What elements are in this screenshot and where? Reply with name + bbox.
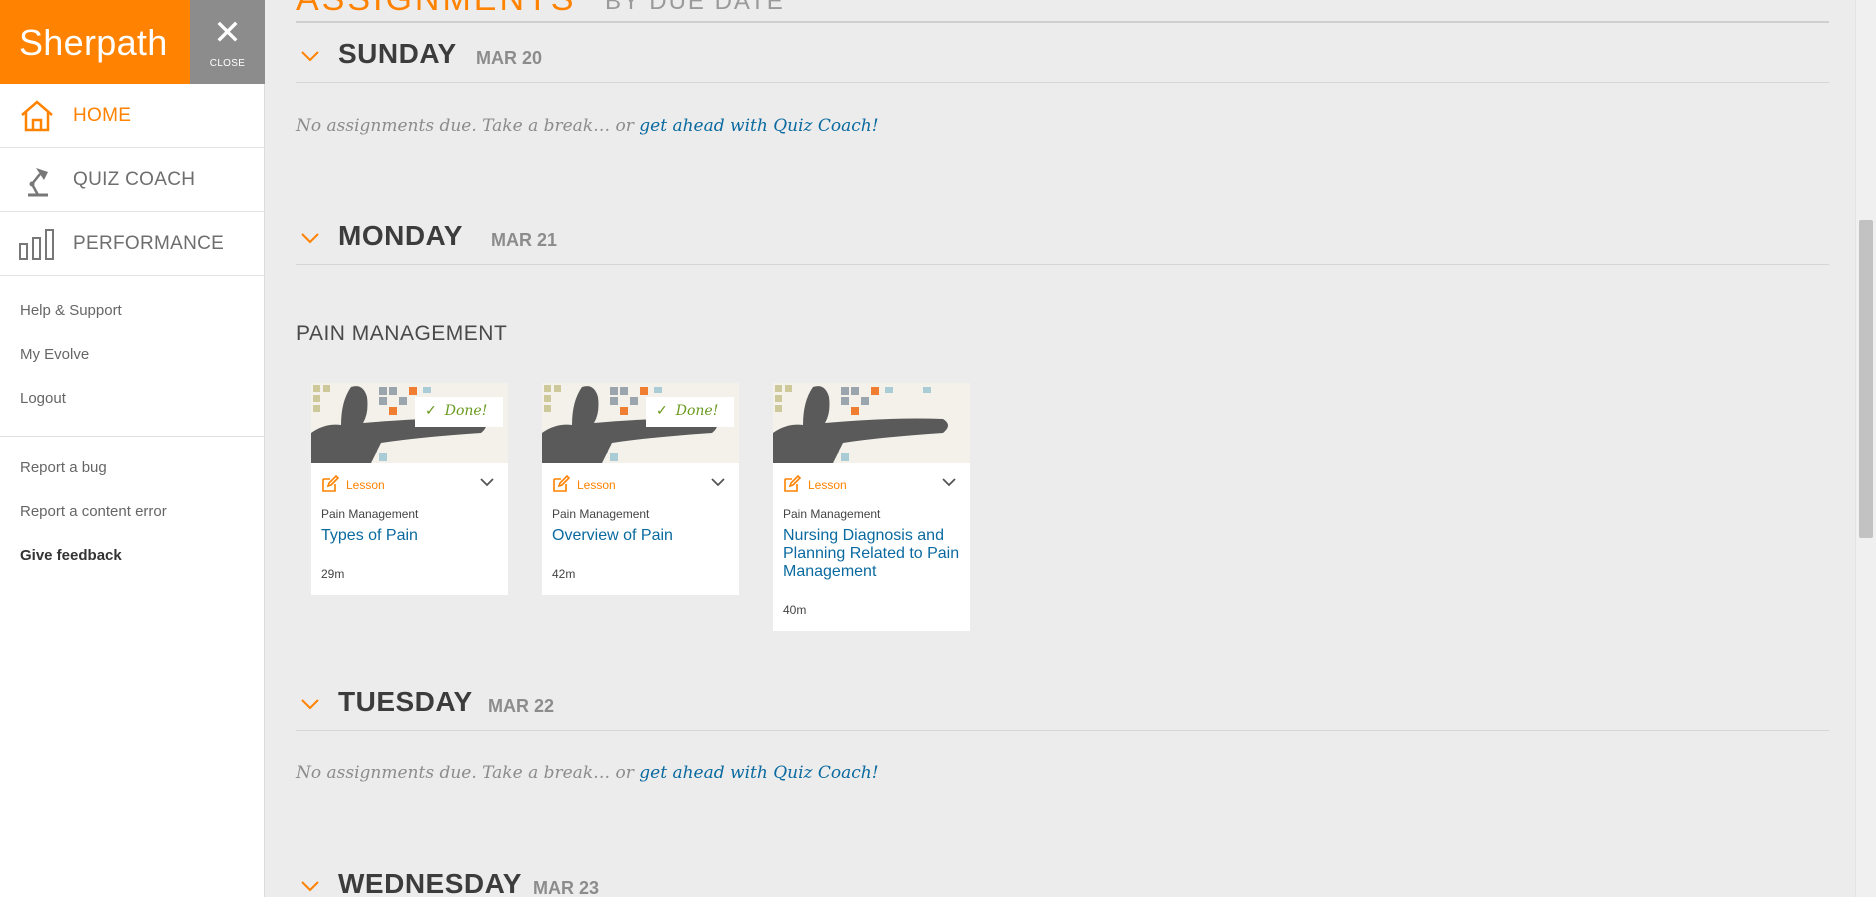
divider <box>296 264 1829 265</box>
card-course: Pain Management <box>321 507 419 521</box>
day-date: MAR 23 <box>533 878 600 897</box>
help-support-link[interactable]: Help & Support <box>20 302 122 319</box>
quiz-coach-link[interactable]: get ahead with Quiz Coach! <box>639 763 878 783</box>
scrollbar-thumb[interactable] <box>1859 220 1873 538</box>
day-name: MONDAY <box>338 220 463 251</box>
done-badge: ✓ Done! <box>415 397 503 427</box>
assignment-card[interactable]: ✓ Done! Lesson Pain Management Overview o… <box>542 383 739 595</box>
card-course: Pain Management <box>552 507 650 521</box>
card-title[interactable]: Nursing Diagnosis and Planning Related t… <box>783 527 960 581</box>
divider <box>0 436 265 437</box>
day-date: MAR 21 <box>491 230 558 250</box>
nav-item-quiz-coach[interactable]: QUIZ COACH <box>0 148 265 212</box>
day-date: MAR 22 <box>488 696 555 716</box>
report-content-error-link[interactable]: Report a content error <box>20 503 167 520</box>
chevron-down-icon <box>301 881 319 892</box>
divider <box>296 82 1829 83</box>
main-content: ASSIGNMENTS BY DUE DATE SUNDAY MAR 20 No… <box>265 0 1855 897</box>
chevron-down-icon <box>301 51 319 62</box>
check-icon: ✓ <box>656 403 668 419</box>
chevron-down-icon[interactable] <box>480 477 494 487</box>
card-duration: 42m <box>552 567 576 581</box>
card-type: Lesson <box>577 478 616 492</box>
edit-icon <box>553 475 570 492</box>
card-duration: 29m <box>321 567 345 581</box>
done-label: Done! <box>675 403 719 419</box>
divider <box>296 730 1829 731</box>
card-type: Lesson <box>808 478 847 492</box>
card-title[interactable]: Overview of Pain <box>552 527 729 545</box>
group-title: PAIN MANAGEMENT <box>296 322 508 345</box>
card-duration: 40m <box>783 603 807 617</box>
empty-state-sunday: No assignments due. Take a break… or get… <box>296 116 879 136</box>
assignment-card[interactable]: Lesson Pain Management Nursing Diagnosis… <box>773 383 970 631</box>
scrollbar[interactable] <box>1855 0 1876 897</box>
chevron-down-icon[interactable] <box>711 477 725 487</box>
chevron-down-icon <box>301 233 319 244</box>
desk-lamp-icon <box>28 168 48 197</box>
nav-item-label: QUIZ COACH <box>73 169 196 190</box>
close-label: CLOSE <box>209 58 246 69</box>
card-course: Pain Management <box>783 507 881 521</box>
close-icon: ✕ <box>213 14 242 52</box>
day-date: MAR 20 <box>476 48 543 68</box>
report-bug-link[interactable]: Report a bug <box>20 459 107 476</box>
day-name: SUNDAY <box>338 38 457 69</box>
nav-item-home[interactable]: HOME <box>0 84 265 148</box>
nav-item-performance[interactable]: PERFORMANCE <box>0 212 265 276</box>
day-name: TUESDAY <box>338 686 473 717</box>
edit-icon <box>322 475 339 492</box>
done-label: Done! <box>444 403 488 419</box>
done-badge: ✓ Done! <box>646 397 734 427</box>
home-icon <box>21 100 53 132</box>
lesson-thumbnail: ✓ Done! <box>311 383 508 463</box>
empty-state-text: No assignments due. Take a break… or <box>296 763 640 783</box>
empty-state-text: No assignments due. Take a break… or <box>296 116 640 136</box>
logout-link[interactable]: Logout <box>20 390 66 407</box>
brand-logo[interactable]: Sherpath <box>0 0 190 84</box>
lesson-thumbnail: ✓ Done! <box>542 383 739 463</box>
quiz-coach-link[interactable]: get ahead with Quiz Coach! <box>639 116 878 136</box>
header-rule <box>296 21 1829 23</box>
give-feedback-link[interactable]: Give feedback <box>20 547 122 564</box>
nav-item-label: HOME <box>73 105 132 126</box>
chevron-down-icon[interactable] <box>942 477 956 487</box>
empty-state-tuesday: No assignments due. Take a break… or get… <box>296 763 879 783</box>
chevron-down-icon <box>301 699 319 710</box>
page-subtitle: BY DUE DATE <box>605 0 785 15</box>
card-type: Lesson <box>346 478 385 492</box>
card-title[interactable]: Types of Pain <box>321 527 498 545</box>
check-icon: ✓ <box>425 403 437 419</box>
bar-chart-icon <box>19 229 54 260</box>
page-title: ASSIGNMENTS <box>296 0 576 19</box>
lesson-thumbnail <box>773 383 970 463</box>
close-menu-button[interactable]: ✕ CLOSE <box>190 0 265 84</box>
my-evolve-link[interactable]: My Evolve <box>20 346 89 363</box>
nav-item-label: PERFORMANCE <box>73 233 225 254</box>
day-name: WEDNESDAY <box>338 868 522 897</box>
sidebar: Sherpath ✕ CLOSE HOME QUIZ COACH PERFORM… <box>0 0 265 897</box>
assignment-card[interactable]: ✓ Done! Lesson Pain Management Types of P… <box>311 383 508 595</box>
edit-icon <box>784 475 801 492</box>
